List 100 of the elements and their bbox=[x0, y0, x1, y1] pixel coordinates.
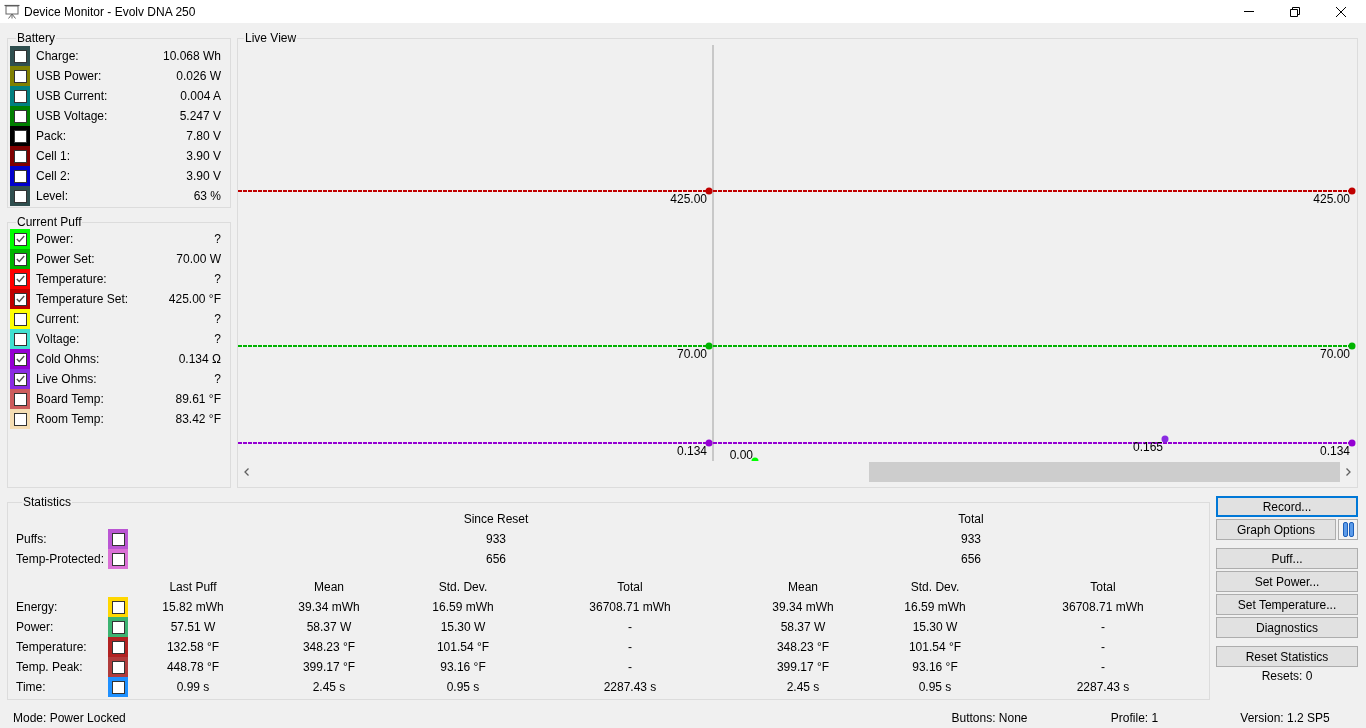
reading-value: 89.61 °F bbox=[175, 392, 221, 406]
table-cell-text: 0.95 s bbox=[917, 680, 953, 694]
reading-value: ? bbox=[214, 332, 221, 346]
reading-value: ? bbox=[214, 372, 221, 386]
reading-label: Temperature Set: bbox=[36, 292, 130, 306]
color-checkbox[interactable] bbox=[108, 657, 128, 677]
reading-value: 0.134 Ω bbox=[178, 352, 221, 366]
table-cell-text: - bbox=[1100, 660, 1106, 674]
action-button[interactable]: Reset Statistics bbox=[1216, 646, 1358, 667]
scrollbar-thumb[interactable] bbox=[869, 462, 1340, 482]
table-cell-text: 57.51 W bbox=[169, 620, 217, 634]
table-cell-text: 933 bbox=[960, 532, 982, 546]
color-checkbox[interactable] bbox=[10, 349, 30, 369]
reading-label: Cold Ohms: bbox=[36, 352, 101, 366]
color-checkbox[interactable] bbox=[10, 269, 30, 289]
trace-value-label: 0.00 bbox=[729, 448, 753, 461]
trace-value-label: 425.00 bbox=[670, 192, 707, 206]
table-cell-text: 58.37 W bbox=[779, 620, 827, 634]
color-checkbox[interactable] bbox=[108, 617, 128, 637]
color-checkbox[interactable] bbox=[10, 46, 30, 66]
reading-label: USB Power: bbox=[36, 69, 103, 83]
action-button[interactable]: Diagnostics bbox=[1216, 617, 1358, 638]
color-checkbox[interactable] bbox=[108, 677, 128, 697]
reading-value: 5.247 V bbox=[179, 109, 221, 123]
action-button[interactable]: Puff... bbox=[1216, 548, 1358, 569]
table-cell-text: 399.17 °F bbox=[775, 660, 831, 674]
color-checkbox[interactable] bbox=[108, 597, 128, 617]
column-header: Total bbox=[1089, 580, 1117, 594]
table-cell-text: - bbox=[627, 640, 633, 654]
column-group-header: Total bbox=[957, 512, 985, 526]
resets-count: Resets: 0 bbox=[1260, 669, 1314, 683]
table-cell-text: 2287.43 s bbox=[602, 680, 658, 694]
column-header: Mean bbox=[787, 580, 819, 594]
status-text: Buttons: None bbox=[950, 710, 1029, 725]
color-checkbox[interactable] bbox=[10, 329, 30, 349]
table-cell-text: - bbox=[627, 660, 633, 674]
panel-title: Statistics bbox=[22, 495, 72, 509]
row-label: Temperature: bbox=[16, 640, 88, 654]
column-header: Mean bbox=[313, 580, 345, 594]
reading-value: 3.90 V bbox=[186, 149, 221, 163]
table-cell-text: 0.95 s bbox=[445, 680, 481, 694]
reading-label: Power: bbox=[36, 232, 75, 246]
color-checkbox[interactable] bbox=[10, 66, 30, 86]
table-cell-text: 101.54 °F bbox=[907, 640, 963, 654]
color-checkbox[interactable] bbox=[10, 126, 30, 146]
color-checkbox[interactable] bbox=[10, 309, 30, 329]
presentation-screen-icon bbox=[4, 4, 20, 19]
action-button[interactable]: Record... bbox=[1216, 496, 1358, 517]
color-checkbox[interactable] bbox=[10, 166, 30, 186]
action-button[interactable]: Set Power... bbox=[1216, 571, 1358, 592]
close-icon bbox=[1336, 6, 1346, 17]
pause-icon bbox=[1342, 522, 1354, 537]
table-cell-text: 2287.43 s bbox=[1075, 680, 1131, 694]
status-text: Version: 1.2 SP5 bbox=[1239, 710, 1331, 725]
color-checkbox[interactable] bbox=[108, 529, 128, 549]
color-checkbox[interactable] bbox=[108, 637, 128, 657]
table-cell-text: 0.99 s bbox=[175, 680, 211, 694]
checkmark-icon bbox=[15, 295, 25, 303]
column-header: Last Puff bbox=[168, 580, 218, 594]
reading-label: Board Temp: bbox=[36, 392, 105, 406]
row-label: Time: bbox=[16, 680, 47, 694]
color-checkbox[interactable] bbox=[10, 146, 30, 166]
row-label: Temp. Peak: bbox=[16, 660, 84, 674]
table-cell-text: 101.54 °F bbox=[435, 640, 491, 654]
pause-button[interactable] bbox=[1338, 519, 1358, 540]
checkmark-icon bbox=[15, 275, 25, 283]
color-checkbox[interactable] bbox=[10, 86, 30, 106]
table-cell-text: 399.17 °F bbox=[301, 660, 357, 674]
color-checkbox[interactable] bbox=[10, 369, 30, 389]
reading-label: Charge: bbox=[36, 49, 80, 63]
table-cell-text: 2.45 s bbox=[785, 680, 821, 694]
color-checkbox[interactable] bbox=[10, 289, 30, 309]
status-text: Mode: Power Locked bbox=[13, 710, 127, 725]
color-checkbox[interactable] bbox=[10, 186, 30, 206]
color-checkbox[interactable] bbox=[10, 389, 30, 409]
color-checkbox[interactable] bbox=[10, 249, 30, 269]
panel-title: Current Puff bbox=[16, 215, 83, 229]
table-cell-text: 39.34 mWh bbox=[297, 600, 361, 614]
table-cell-text: 2.45 s bbox=[311, 680, 347, 694]
reading-value: ? bbox=[214, 272, 221, 286]
reading-label: USB Voltage: bbox=[36, 109, 109, 123]
reading-label: Power Set: bbox=[36, 252, 96, 266]
reading-label: Temperature: bbox=[36, 272, 108, 286]
reading-label: Cell 2: bbox=[36, 169, 71, 183]
reading-value: ? bbox=[214, 312, 221, 326]
table-cell-text: 348.23 °F bbox=[301, 640, 357, 654]
color-checkbox[interactable] bbox=[10, 106, 30, 126]
color-checkbox[interactable] bbox=[108, 549, 128, 569]
row-label: Temp-Protected: bbox=[16, 552, 106, 566]
action-button[interactable]: Set Temperature... bbox=[1216, 594, 1358, 615]
color-checkbox[interactable] bbox=[10, 229, 30, 249]
graph-options-button[interactable]: Graph Options bbox=[1216, 519, 1336, 540]
table-cell-text: 15.30 W bbox=[439, 620, 487, 634]
trace-value-label: 70.00 bbox=[1319, 347, 1350, 361]
trace-value-label: 0.165 bbox=[1132, 440, 1163, 454]
table-cell-text: 93.16 °F bbox=[911, 660, 959, 674]
color-checkbox[interactable] bbox=[10, 409, 30, 429]
table-cell-text: 93.16 °F bbox=[439, 660, 487, 674]
table-cell-text: 58.37 W bbox=[305, 620, 353, 634]
table-cell-text: 933 bbox=[485, 532, 507, 546]
